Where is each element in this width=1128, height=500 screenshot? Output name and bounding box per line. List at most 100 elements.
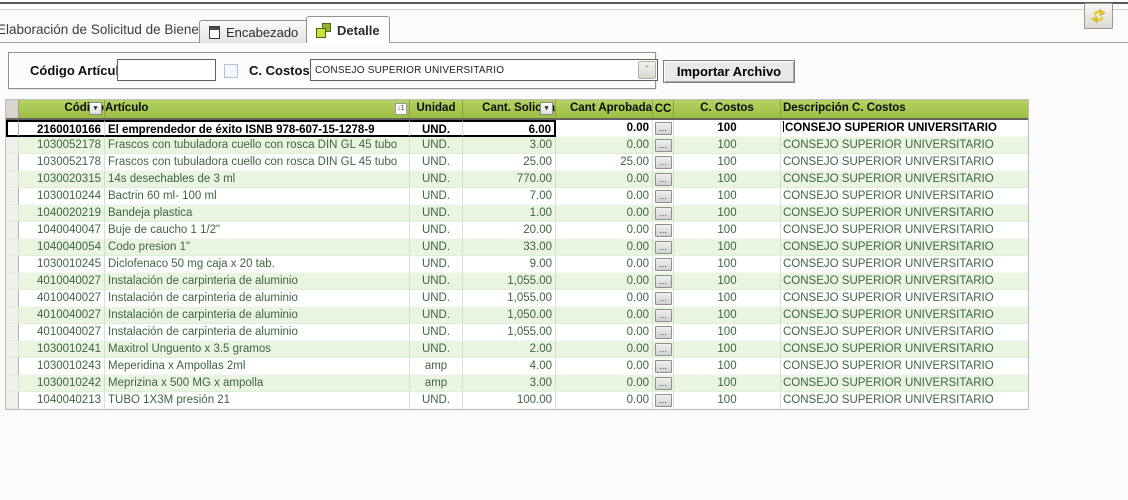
cc-ellipsis-button[interactable]: ... <box>655 173 672 186</box>
cc-ellipsis-button[interactable]: ... <box>655 326 672 339</box>
cell-articulo[interactable]: Bandeja plastica <box>105 205 410 222</box>
cell-unidad[interactable]: UND. <box>410 239 463 256</box>
cell-cant-solicitada[interactable]: 770.00 <box>463 171 556 188</box>
table-row[interactable]: 1030020315 14s desechables de 3 ml UND. … <box>6 171 1028 188</box>
row-selector[interactable] <box>6 171 19 188</box>
cell-cant-solicitada[interactable]: 33.00 <box>463 239 556 256</box>
cell-c-costos[interactable]: 100 <box>674 120 781 137</box>
cell-cant-aprobada[interactable]: 0.00 <box>556 120 653 137</box>
row-selector[interactable] <box>6 239 19 256</box>
row-selector[interactable] <box>6 324 19 341</box>
row-selector[interactable] <box>6 307 19 324</box>
cell-cant-solicitada[interactable]: 4.00 <box>463 358 556 375</box>
table-row[interactable]: 1040040213 TUBO 1X3M presión 21 UND. 100… <box>6 392 1028 409</box>
cell-codigo[interactable]: 1030010243 <box>19 358 105 375</box>
cc-ellipsis-button[interactable]: ... <box>655 343 672 356</box>
table-row[interactable]: 1040020219 Bandeja plastica UND. 1.00 0.… <box>6 205 1028 222</box>
row-selector[interactable] <box>6 341 19 358</box>
table-row[interactable]: 1030010242 Meprizina x 500 MG x ampolla … <box>6 375 1028 392</box>
cell-descripcion[interactable]: CONSEJO SUPERIOR UNIVERSITARIO <box>781 222 1028 239</box>
cell-cant-solicitada[interactable]: 1,055.00 <box>463 290 556 307</box>
cell-cant-aprobada[interactable]: 0.00 <box>556 273 653 290</box>
cell-c-costos[interactable]: 100 <box>674 205 781 222</box>
cell-cant-solicitada[interactable]: 7.00 <box>463 188 556 205</box>
cell-unidad[interactable]: UND. <box>410 307 463 324</box>
cc-ellipsis-button[interactable]: ... <box>655 156 672 169</box>
codigo-filter-dropdown-icon[interactable]: ▾ <box>89 102 102 115</box>
cell-unidad[interactable]: UND. <box>410 392 463 409</box>
sort-order-icon[interactable]: ↓1 <box>395 103 407 115</box>
cell-c-costos[interactable]: 100 <box>674 307 781 324</box>
importar-archivo-button[interactable]: Importar Archivo <box>663 60 795 83</box>
cell-unidad[interactable]: UND. <box>410 120 463 137</box>
table-row[interactable]: 1030010244 Bactrin 60 ml- 100 ml UND. 7.… <box>6 188 1028 205</box>
cell-codigo[interactable]: 1040040054 <box>19 239 105 256</box>
table-row[interactable]: 4010040027 Instalación de carpinteria de… <box>6 290 1028 307</box>
cell-cant-aprobada[interactable]: 0.00 <box>556 205 653 222</box>
row-selector[interactable] <box>6 256 19 273</box>
tab-encabezado[interactable]: Encabezado <box>199 20 308 43</box>
cell-codigo[interactable]: 4010040027 <box>19 290 105 307</box>
cell-cant-solicitada[interactable]: 25.00 <box>463 154 556 171</box>
cell-unidad[interactable]: amp <box>410 375 463 392</box>
cell-cant-solicitada[interactable]: 3.00 <box>463 375 556 392</box>
cell-cant-aprobada[interactable]: 0.00 <box>556 358 653 375</box>
cell-descripcion[interactable]: CONSEJO SUPERIOR UNIVERSITARIO <box>781 205 1028 222</box>
cell-c-costos[interactable]: 100 <box>674 358 781 375</box>
cc-ellipsis-button[interactable]: ... <box>655 241 672 254</box>
cell-articulo[interactable]: 14s desechables de 3 ml <box>105 171 410 188</box>
cell-descripcion[interactable]: CONSEJO SUPERIOR UNIVERSITARIO <box>781 188 1028 205</box>
cell-articulo[interactable]: Meperidina x Ampollas 2ml <box>105 358 410 375</box>
cell-cant-aprobada[interactable]: 0.00 <box>556 222 653 239</box>
cell-codigo[interactable]: 1040040047 <box>19 222 105 239</box>
cc-ellipsis-button[interactable]: ... <box>655 224 672 237</box>
cc-ellipsis-button[interactable]: ... <box>655 275 672 288</box>
row-selector[interactable] <box>6 273 19 290</box>
cell-unidad[interactable]: UND. <box>410 205 463 222</box>
cell-c-costos[interactable]: 100 <box>674 341 781 358</box>
codigo-articulo-input[interactable] <box>117 59 216 81</box>
cell-articulo[interactable]: Instalación de carpinteria de aluminio <box>105 273 410 290</box>
cell-articulo[interactable]: Bactrin 60 ml- 100 ml <box>105 188 410 205</box>
cc-ellipsis-button[interactable]: ... <box>655 309 672 322</box>
cell-cant-solicitada[interactable]: 1,055.00 <box>463 273 556 290</box>
cell-codigo[interactable]: 1030010241 <box>19 341 105 358</box>
chevron-down-icon[interactable]: ˇ <box>638 61 656 79</box>
cell-articulo[interactable]: Buje de caucho 1 1/2" <box>105 222 410 239</box>
cell-c-costos[interactable]: 100 <box>674 239 781 256</box>
cell-descripcion[interactable]: CONSEJO SUPERIOR UNIVERSITARIO <box>781 324 1028 341</box>
cell-descripcion[interactable]: CONSEJO SUPERIOR UNIVERSITARIO <box>781 341 1028 358</box>
cell-unidad[interactable]: UND. <box>410 154 463 171</box>
cell-cant-solicitada[interactable]: 100.00 <box>463 392 556 409</box>
cant-solicitada-filter-dropdown-icon[interactable]: ▾ <box>540 102 553 115</box>
filter-checkbox[interactable] <box>224 64 238 78</box>
cc-ellipsis-button[interactable]: ... <box>655 394 672 407</box>
row-selector[interactable] <box>6 154 19 171</box>
cc-ellipsis-button[interactable]: ... <box>655 207 672 220</box>
cell-c-costos[interactable]: 100 <box>674 290 781 307</box>
cell-c-costos[interactable]: 100 <box>674 324 781 341</box>
cell-articulo[interactable]: Diclofenaco 50 mg caja x 20 tab. <box>105 256 410 273</box>
cell-descripcion[interactable]: CONSEJO SUPERIOR UNIVERSITARIO <box>781 375 1028 392</box>
cell-unidad[interactable]: UND. <box>410 341 463 358</box>
cell-cant-solicitada[interactable]: 1,055.00 <box>463 324 556 341</box>
cell-cant-aprobada[interactable]: 0.00 <box>556 239 653 256</box>
cell-cant-aprobada[interactable]: 0.00 <box>556 307 653 324</box>
cell-c-costos[interactable]: 100 <box>674 392 781 409</box>
cell-cant-aprobada[interactable]: 0.00 <box>556 392 653 409</box>
cell-cant-solicitada[interactable]: 9.00 <box>463 256 556 273</box>
cell-cant-solicitada[interactable]: 2.00 <box>463 341 556 358</box>
cc-ellipsis-button[interactable]: ... <box>655 360 672 373</box>
cell-c-costos[interactable]: 100 <box>674 273 781 290</box>
cell-codigo[interactable]: 2160010166 <box>19 120 105 137</box>
cc-ellipsis-button[interactable]: ... <box>655 377 672 390</box>
row-selector[interactable] <box>6 188 19 205</box>
cell-descripcion[interactable]: CONSEJO SUPERIOR UNIVERSITARIO <box>781 171 1028 188</box>
cell-articulo[interactable]: Instalación de carpinteria de aluminio <box>105 290 410 307</box>
cell-descripcion[interactable]: CONSEJO SUPERIOR UNIVERSITARIO <box>781 120 1028 137</box>
cell-cant-aprobada[interactable]: 0.00 <box>556 375 653 392</box>
cell-descripcion[interactable]: CONSEJO SUPERIOR UNIVERSITARIO <box>781 290 1028 307</box>
cell-unidad[interactable]: UND. <box>410 273 463 290</box>
row-selector[interactable] <box>6 205 19 222</box>
cell-codigo[interactable]: 1030010245 <box>19 256 105 273</box>
